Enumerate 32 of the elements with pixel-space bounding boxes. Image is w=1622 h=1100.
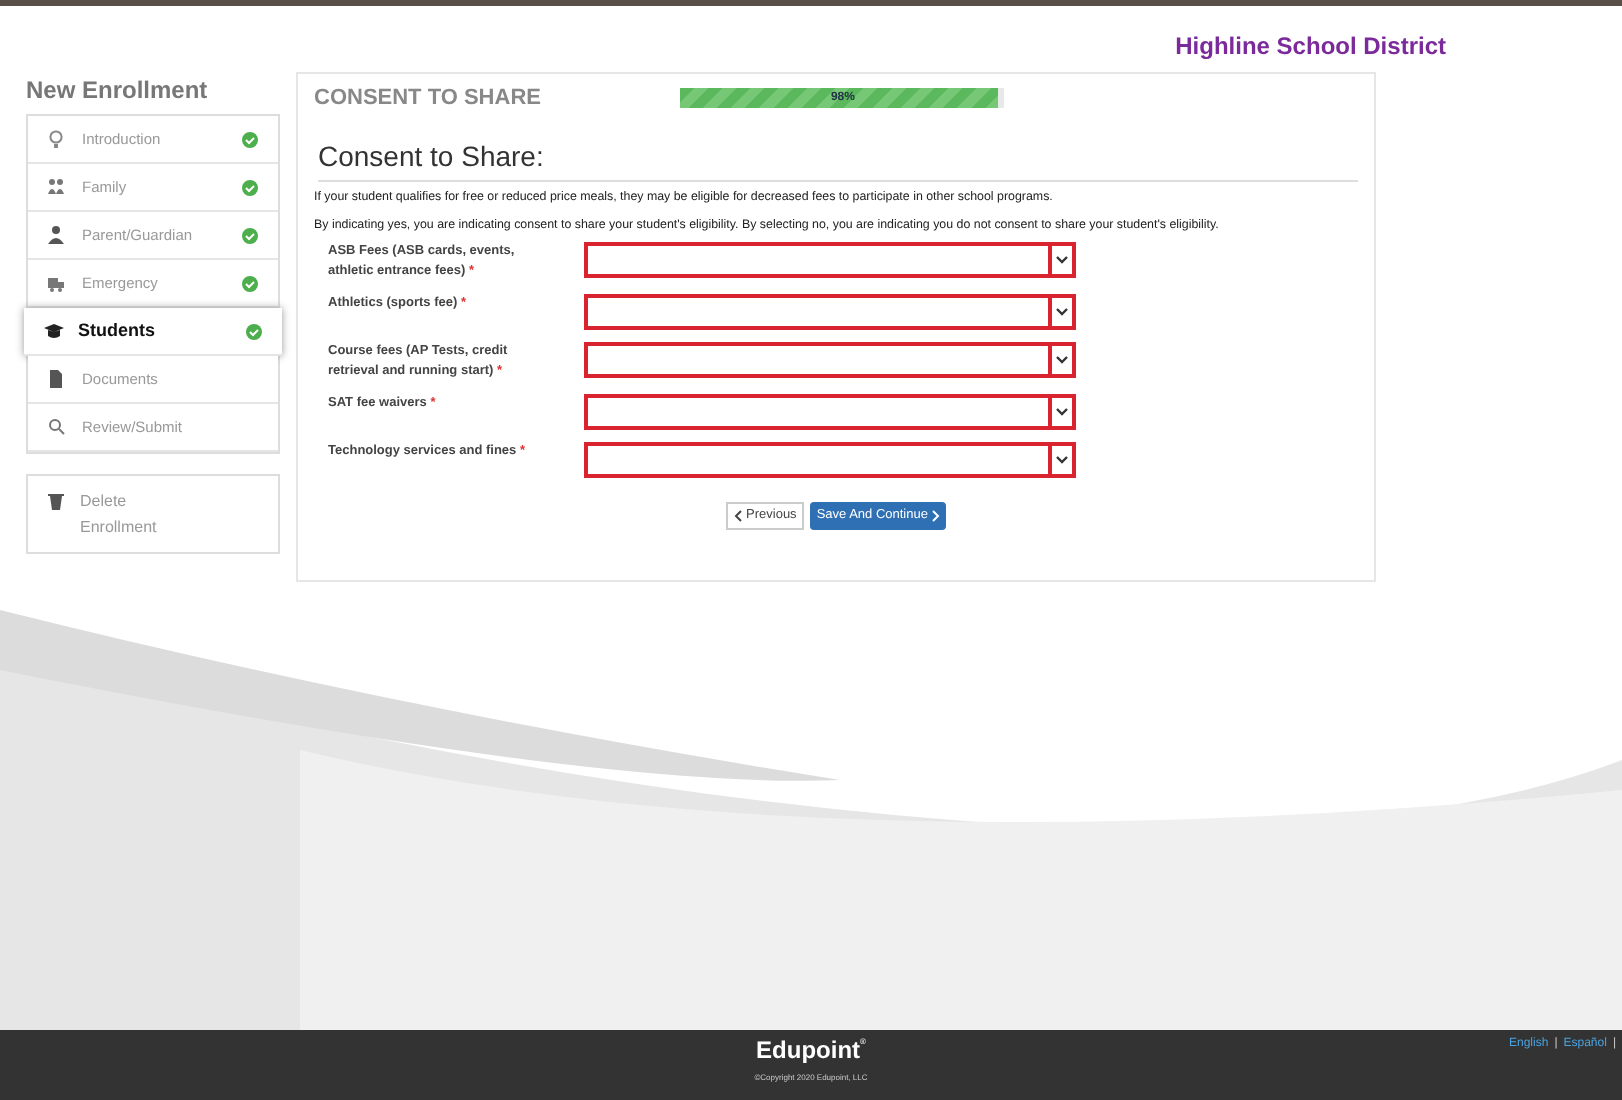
delete-enrollment-button[interactable]: Delete Enrollment — [26, 474, 280, 554]
chevron-down-icon — [1056, 407, 1068, 415]
check-circle-icon — [242, 227, 258, 243]
check-circle-icon — [242, 131, 258, 147]
graduation-cap-icon — [44, 322, 64, 340]
form-heading: Consent to Share: — [318, 135, 1358, 181]
chevron-down-icon — [1056, 455, 1068, 463]
sidebar-title: New Enrollment — [26, 74, 210, 108]
people-icon — [48, 178, 68, 196]
chevron-down-icon — [1056, 255, 1068, 263]
chevron-down-icon — [1056, 355, 1068, 363]
dropdown-field[interactable] — [584, 441, 1076, 477]
dropdown-field[interactable] — [584, 393, 1076, 429]
bulb-icon — [48, 130, 68, 148]
document-icon — [48, 370, 68, 388]
search-icon — [48, 418, 68, 436]
dropdown-field[interactable] — [584, 241, 1076, 277]
chevron-left-icon — [734, 509, 743, 521]
person-icon — [48, 226, 68, 244]
chevron-down-icon — [1056, 307, 1068, 315]
section-title: CONSENT TO SHARE — [314, 84, 541, 114]
check-circle-icon — [246, 323, 262, 339]
brand-logo: Edupoint — [756, 1036, 861, 1064]
dropdown-field[interactable] — [584, 341, 1076, 377]
sidebar-item[interactable]: Students — [24, 308, 282, 356]
check-circle-icon — [242, 275, 258, 291]
chevron-right-icon — [931, 509, 940, 521]
district-name: Highline School District — [1175, 30, 1446, 64]
trash-icon — [48, 492, 64, 510]
dropdown-field[interactable] — [584, 293, 1076, 329]
truck-icon — [48, 274, 68, 292]
check-circle-icon — [242, 179, 258, 195]
